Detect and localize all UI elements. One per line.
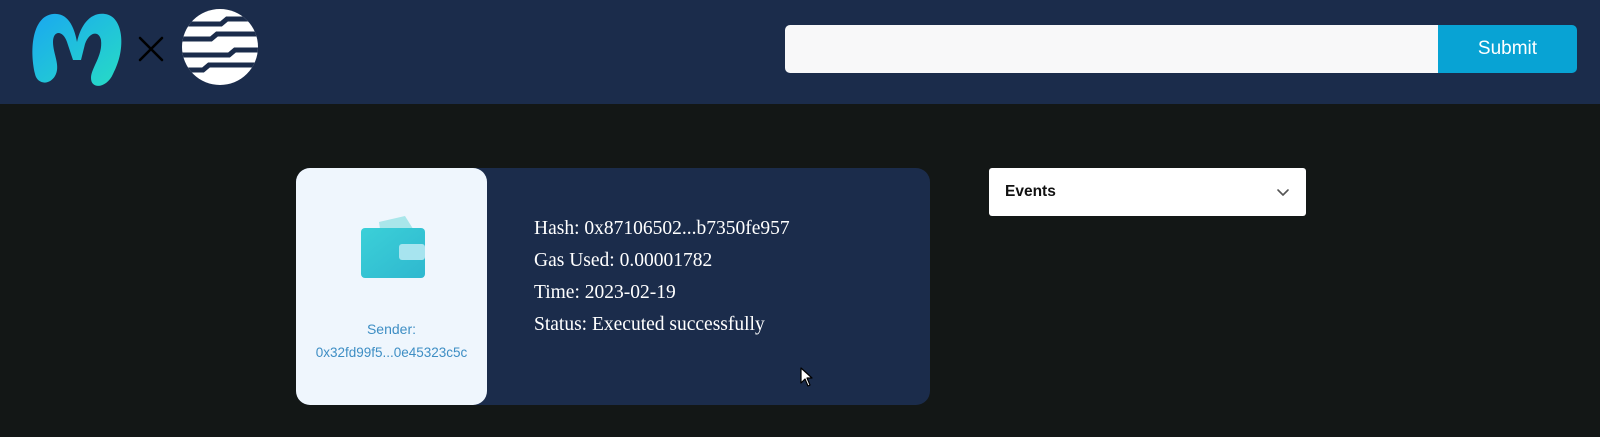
events-dropdown-label: Events [1005,183,1056,200]
tx-time: Time: 2023-02-19 [534,282,676,303]
submit-button[interactable]: Submit [1438,25,1577,73]
tx-hash: Hash: 0x87106502...b7350fe957 [534,218,790,239]
events-dropdown[interactable]: Events [989,168,1306,216]
search-form: Submit [785,25,1577,73]
sender-label: Sender: [366,321,417,337]
search-input[interactable] [785,25,1438,73]
wallet-icon [361,216,425,278]
m-logo-icon[interactable] [25,8,129,92]
sender-address[interactable]: 0x32fd99f5...0e45323c5c [296,345,487,360]
top-navbar: Submit [0,0,1600,104]
mouse-cursor-icon [800,367,813,387]
chevron-down-icon [1277,189,1289,196]
sender-panel: Sender: 0x32fd99f5...0e45323c5c [296,168,487,405]
tx-gas-used: Gas Used: 0.00001782 [534,250,713,271]
x-icon [138,36,164,62]
transaction-details: Hash: 0x87106502...b7350fe957 Gas Used: … [534,218,790,346]
transaction-card: Sender: 0x32fd99f5...0e45323c5c Hash: 0x… [296,168,930,405]
stripes-logo-icon[interactable] [181,8,259,86]
tx-status: Status: Executed successfully [534,314,765,335]
